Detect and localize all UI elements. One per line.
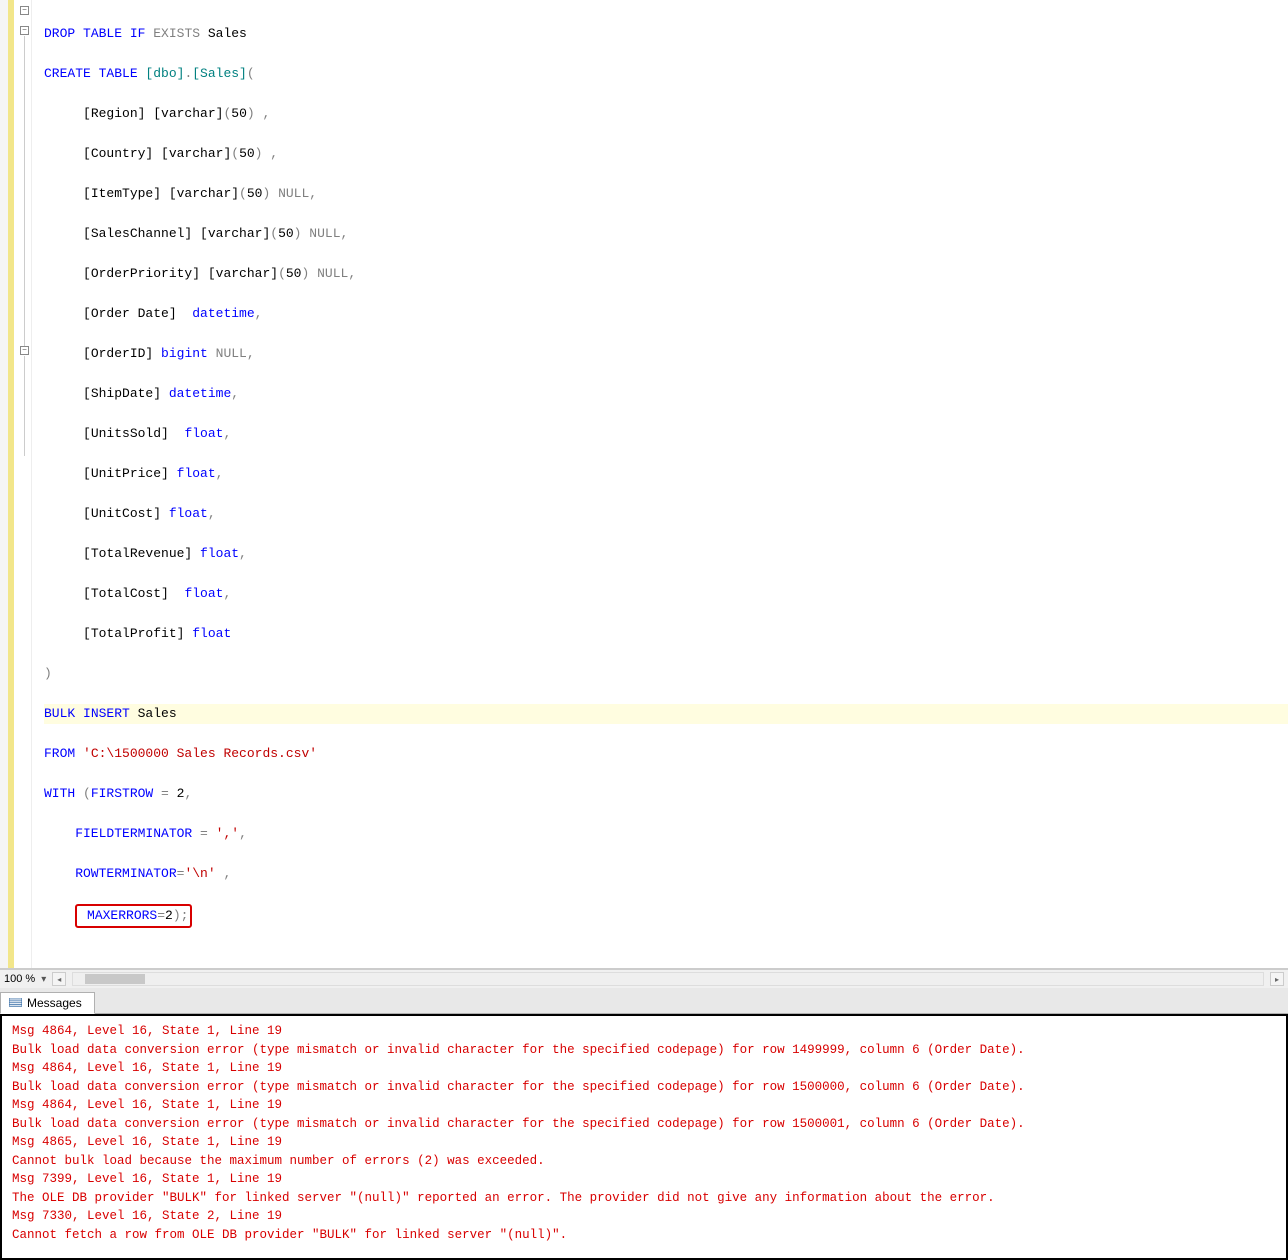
error-line: Msg 4865, Level 16, State 1, Line 19 <box>12 1133 1276 1152</box>
hscroll-right-icon[interactable]: ▸ <box>1270 972 1284 986</box>
messages-pane[interactable]: Msg 4864, Level 16, State 1, Line 19 Bul… <box>0 1014 1288 1260</box>
error-line: Msg 7330, Level 16, State 2, Line 19 <box>12 1207 1276 1226</box>
hscroll-left-icon[interactable]: ◂ <box>52 972 66 986</box>
error-line: Msg 4864, Level 16, State 1, Line 19 <box>12 1059 1276 1078</box>
horizontal-scrollbar[interactable] <box>72 972 1264 986</box>
error-line: Cannot bulk load because the maximum num… <box>12 1152 1276 1171</box>
tab-messages[interactable]: Messages <box>0 992 95 1014</box>
sql-editor-pane[interactable]: − − − DROP TABLE IF EXISTS Sales CREATE … <box>0 0 1288 969</box>
messages-icon <box>9 998 22 1009</box>
highlighted-maxerrors: MAXERRORS=2); <box>75 904 192 928</box>
error-line: Cannot fetch a row from OLE DB provider … <box>12 1226 1276 1245</box>
editor-statusbar: 100 % ▾ ◂ ▸ <box>0 969 1288 988</box>
zoom-level[interactable]: 100 % <box>4 973 35 985</box>
results-tabs: Messages <box>0 988 1288 1014</box>
zoom-dropdown-icon[interactable]: ▾ <box>41 974 46 985</box>
error-line: Msg 4864, Level 16, State 1, Line 19 <box>12 1096 1276 1115</box>
error-line: Bulk load data conversion error (type mi… <box>12 1041 1276 1060</box>
tab-messages-label: Messages <box>27 996 82 1010</box>
error-line: The OLE DB provider "BULK" for linked se… <box>12 1189 1276 1208</box>
error-line: Msg 7399, Level 16, State 1, Line 19 <box>12 1170 1276 1189</box>
error-line: Msg 4864, Level 16, State 1, Line 19 <box>12 1022 1276 1041</box>
error-line: Bulk load data conversion error (type mi… <box>12 1115 1276 1134</box>
error-line: Bulk load data conversion error (type mi… <box>12 1078 1276 1097</box>
code-content[interactable]: DROP TABLE IF EXISTS Sales CREATE TABLE … <box>0 0 1288 968</box>
